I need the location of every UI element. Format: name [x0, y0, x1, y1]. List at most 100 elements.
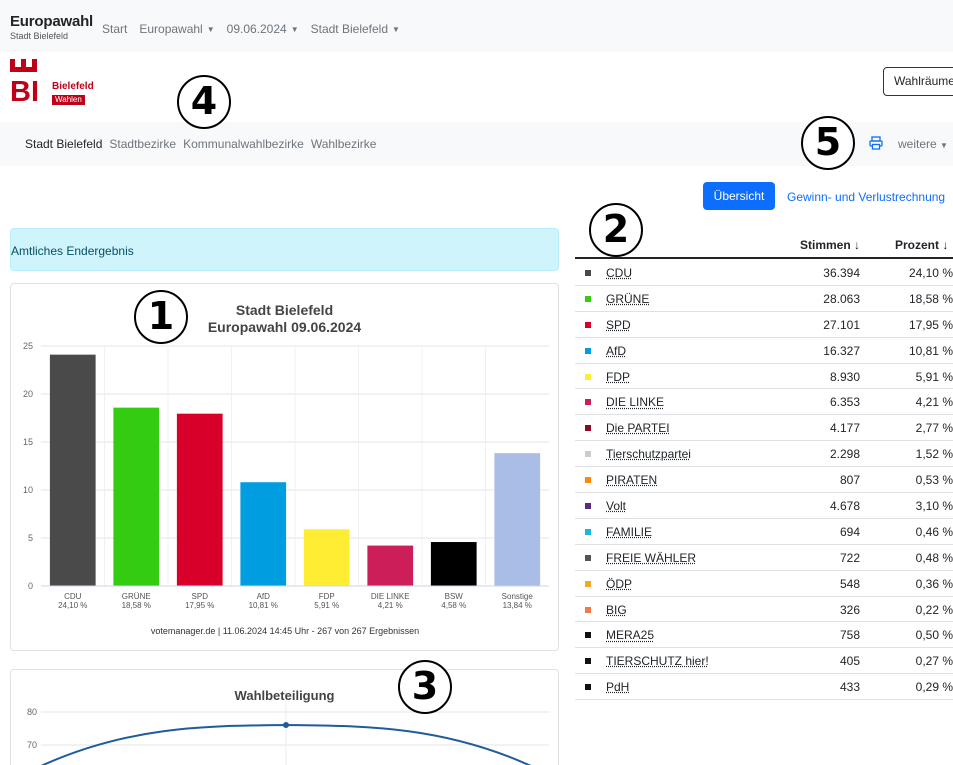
tab-stadt-bielefeld[interactable]: Stadt Bielefeld [25, 137, 102, 151]
y-tick-label: 0 [28, 581, 33, 591]
y-tick-label: 25 [23, 341, 33, 351]
party-percent: 0,53 % [895, 473, 953, 487]
top-navbar: Europawahl Stadt Bielefeld Start Europaw… [0, 0, 953, 52]
brand-title[interactable]: Europawahl [10, 13, 93, 30]
table-row[interactable]: ÖDP 548 0,36 % [575, 571, 953, 597]
party-name[interactable]: PIRATEN [606, 473, 657, 487]
party-percent: 0,36 % [895, 577, 953, 591]
table-row[interactable]: Volt 4.678 3,10 % [575, 493, 953, 519]
party-name[interactable]: MERA25 [606, 628, 654, 642]
party-votes: 548 [805, 577, 860, 591]
result-status-alert: Amtliches Endergebnis [10, 228, 559, 271]
logo-row: BI Bielefeld Wahlen Wahlräume [0, 52, 953, 122]
tab-stadtbezirke[interactable]: Stadtbezirke [109, 137, 176, 151]
party-percent: 17,95 % [895, 318, 953, 332]
table-row[interactable]: FREIE WÄHLER 722 0,48 % [575, 545, 953, 571]
party-percent: 24,10 % [895, 266, 953, 280]
party-name[interactable]: BIG [606, 603, 627, 617]
party-votes: 722 [805, 551, 860, 565]
party-votes: 433 [805, 680, 860, 694]
table-row[interactable]: TIERSCHUTZ hier! 405 0,27 % [575, 648, 953, 674]
caret-down-icon: ▼ [291, 25, 299, 34]
party-percent: 0,48 % [895, 551, 953, 565]
party-percent: 4,21 % [895, 395, 953, 409]
party-color-swatch [585, 348, 591, 354]
party-color-swatch [585, 529, 591, 535]
party-color-swatch [585, 425, 591, 431]
party-votes: 2.298 [805, 447, 860, 461]
party-name[interactable]: SPD [606, 318, 631, 332]
gain-loss-link[interactable]: Gewinn- und Verlustrechnung [787, 190, 945, 204]
tab-wahlbezirke[interactable]: Wahlbezirke [311, 137, 377, 151]
bar-spd [177, 414, 223, 586]
nav-europawahl-dropdown[interactable]: Europawahl ▼ [139, 22, 214, 36]
percent-column-header[interactable]: Prozent ↓ [895, 238, 948, 252]
x-percent-label: 10,81 % [249, 601, 278, 610]
party-name[interactable]: GRÜNE [606, 292, 649, 306]
party-name[interactable]: CDU [606, 266, 632, 280]
logo-mark-text: BI [10, 76, 39, 105]
party-color-swatch [585, 399, 591, 405]
party-name[interactable]: Volt [606, 499, 626, 513]
party-name[interactable]: DIE LINKE [606, 395, 664, 409]
party-name[interactable]: FDP [606, 370, 630, 384]
party-votes: 27.101 [805, 318, 860, 332]
party-name[interactable]: FREIE WÄHLER [606, 551, 696, 565]
more-dropdown[interactable]: weitere ▼ [898, 137, 948, 151]
tab-kommunalwahlbezirke[interactable]: Kommunalwahlbezirke [183, 137, 304, 151]
party-votes: 4.177 [805, 421, 860, 435]
table-row[interactable]: MERA25 758 0,50 % [575, 622, 953, 648]
logo-name: Bielefeld [52, 81, 94, 92]
table-row[interactable]: CDU 36.394 24,10 % [575, 260, 953, 286]
table-row[interactable]: FDP 8.930 5,91 % [575, 364, 953, 390]
annotation-3: 3 [398, 660, 452, 714]
table-row[interactable]: Die PARTEI 4.177 2,77 % [575, 415, 953, 441]
party-name[interactable]: AfD [606, 344, 626, 358]
party-name[interactable]: TIERSCHUTZ hier! [606, 654, 709, 668]
party-color-swatch [585, 607, 591, 613]
turnout-point [283, 722, 289, 728]
print-icon[interactable] [868, 135, 884, 151]
table-row[interactable]: GRÜNE 28.063 18,58 % [575, 286, 953, 312]
table-row[interactable]: AfD 16.327 10,81 % [575, 338, 953, 364]
party-color-swatch [585, 632, 591, 638]
nav-date-label: 09.06.2024 [227, 22, 287, 36]
brand[interactable]: Europawahl Stadt Bielefeld [10, 13, 93, 41]
party-name[interactable]: FAMILIE [606, 525, 652, 539]
x-percent-label: 18,58 % [122, 601, 151, 610]
table-row[interactable]: SPD 27.101 17,95 % [575, 312, 953, 338]
nav-start[interactable]: Start [102, 22, 127, 36]
party-votes: 326 [805, 603, 860, 617]
x-percent-label: 13,84 % [503, 601, 532, 610]
table-row[interactable]: BIG 326 0,22 % [575, 597, 953, 623]
party-percent: 3,10 % [895, 499, 953, 513]
table-row[interactable]: DIE LINKE 6.353 4,21 % [575, 389, 953, 415]
table-row[interactable]: FAMILIE 694 0,46 % [575, 519, 953, 545]
table-row[interactable]: PIRATEN 807 0,53 % [575, 467, 953, 493]
chart-footer: votemanager.de | 11.06.2024 14:45 Uhr - … [151, 626, 419, 636]
party-name[interactable]: Tierschutzpartei [606, 447, 691, 461]
party-votes: 28.063 [805, 292, 860, 306]
party-color-swatch [585, 477, 591, 483]
party-name[interactable]: ÖDP [606, 577, 632, 591]
party-votes: 4.678 [805, 499, 860, 513]
votes-column-header[interactable]: Stimmen ↓ [795, 238, 860, 252]
party-color-swatch [585, 581, 591, 587]
overview-button[interactable]: Übersicht [703, 182, 775, 210]
party-percent: 0,50 % [895, 628, 953, 642]
party-name[interactable]: Die PARTEI [606, 421, 670, 435]
x-category-label: FDP [319, 592, 335, 601]
x-percent-label: 17,95 % [185, 601, 214, 610]
nav-city-dropdown[interactable]: Stadt Bielefeld ▼ [311, 22, 400, 36]
bielefeld-logo[interactable]: BI Bielefeld Wahlen [10, 55, 120, 109]
table-row[interactable]: Tierschutzpartei 2.298 1,52 % [575, 441, 953, 467]
party-color-swatch [585, 322, 591, 328]
results-table: Stimmen ↓ Prozent ↓ CDU 36.394 24,10 % GRÜN… [575, 226, 953, 765]
table-row[interactable]: PdH 433 0,29 % [575, 674, 953, 700]
annotation-2: 2 [589, 203, 643, 257]
party-name[interactable]: PdH [606, 680, 629, 694]
polling-rooms-button[interactable]: Wahlräume [883, 67, 953, 96]
result-status-text: Amtliches Endergebnis [11, 244, 134, 258]
turnout-chart: 8070 [11, 670, 558, 765]
nav-date-dropdown[interactable]: 09.06.2024 ▼ [227, 22, 299, 36]
